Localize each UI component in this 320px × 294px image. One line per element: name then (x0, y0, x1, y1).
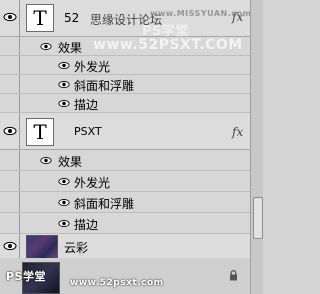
effect-label: 描边 (74, 218, 99, 232)
effect-label: 外发光 (74, 176, 111, 190)
effect-outer-glow[interactable]: 外发光 (0, 56, 250, 75)
fx-icon[interactable]: fx (232, 125, 243, 139)
eye-icon[interactable] (57, 96, 71, 110)
eye-icon[interactable] (3, 124, 17, 138)
effect-label: 外发光 (74, 60, 111, 74)
layer-thumbnail[interactable] (26, 235, 58, 259)
lock-icon (229, 270, 238, 284)
watermark: www.52PSXT.COM (93, 37, 243, 53)
visibility-column (0, 150, 20, 170)
effects-label: 效果 (58, 41, 83, 55)
layer-row-clouds[interactable]: 云彩 (0, 234, 250, 259)
eye-icon[interactable] (57, 77, 71, 91)
layer-name[interactable]: 52 (64, 11, 79, 25)
effect-outer-glow[interactable]: 外发光 (0, 171, 250, 192)
visibility-column (0, 171, 20, 191)
layer-row-52[interactable]: T 52 思缘设计论坛 fx (0, 0, 250, 37)
effects-header[interactable]: 效果 (0, 150, 250, 171)
layers-panel: T 52 思缘设计论坛 fx 效果 外发光 斜面和浮雕 描边 T PSXT fx… (0, 0, 263, 294)
eye-icon[interactable] (57, 174, 71, 188)
visibility-column (0, 37, 20, 55)
eye-icon[interactable] (57, 216, 71, 230)
eye-icon[interactable] (39, 39, 53, 53)
effect-label: 描边 (74, 98, 99, 112)
text-layer-thumbnail[interactable]: T (26, 118, 54, 146)
visibility-column (0, 75, 20, 93)
visibility-column (0, 192, 20, 212)
visibility-column (0, 56, 20, 74)
eye-icon[interactable] (57, 195, 71, 209)
effect-bevel-emboss[interactable]: 斜面和浮雕 (0, 75, 250, 94)
effect-label: 斜面和浮雕 (74, 197, 135, 211)
layer-name[interactable]: 云彩 (64, 239, 88, 256)
text-layer-thumbnail[interactable]: T (26, 4, 54, 32)
effects-label: 效果 (58, 155, 83, 169)
layer-name[interactable]: PSXT (74, 125, 102, 138)
effect-stroke[interactable]: 描边 (0, 94, 250, 113)
eye-icon[interactable] (3, 239, 17, 253)
watermark: PS学堂 (6, 270, 46, 283)
scrollbar-thumb[interactable] (253, 197, 263, 239)
effect-bevel-emboss[interactable]: 斜面和浮雕 (0, 192, 250, 213)
layer-row-psxt[interactable]: T PSXT fx (0, 113, 250, 150)
effect-label: 斜面和浮雕 (74, 79, 135, 93)
visibility-column (0, 213, 20, 233)
visibility-column (0, 94, 20, 112)
eye-icon[interactable] (39, 153, 53, 167)
eye-icon[interactable] (3, 10, 17, 24)
eye-icon[interactable] (57, 58, 71, 72)
effect-stroke[interactable]: 描边 (0, 213, 250, 234)
watermark: www.52psxt.com (70, 278, 164, 288)
watermark: www.MISSYUAN.com (150, 9, 252, 18)
scrollbar[interactable] (250, 0, 263, 294)
